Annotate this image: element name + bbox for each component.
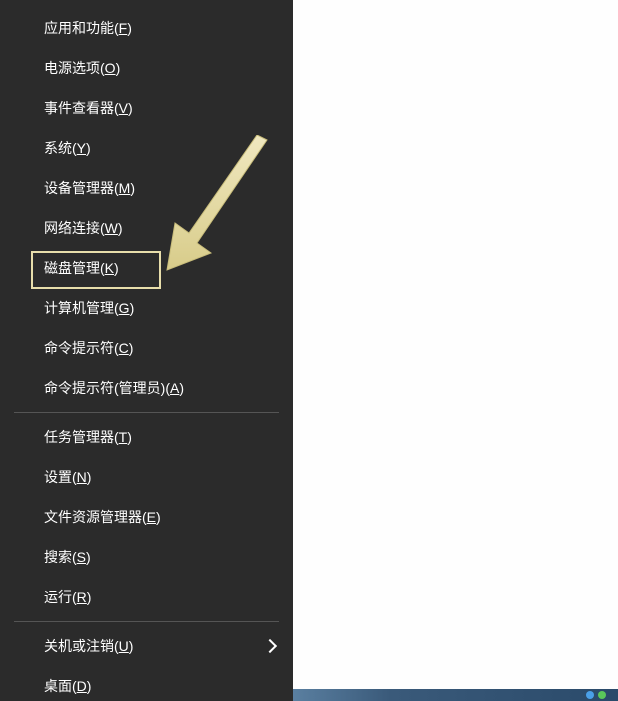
menu-item-suffix: ) xyxy=(87,589,92,605)
menu-item-shortcut: T xyxy=(119,429,128,445)
menu-settings[interactable]: 设置(N) xyxy=(0,457,293,497)
menu-desktop[interactable]: 桌面(D) xyxy=(0,666,293,701)
menu-item-label: 计算机管理( xyxy=(44,298,119,318)
menu-item-suffix: ) xyxy=(116,60,121,76)
content-area xyxy=(293,0,618,701)
menu-item-shortcut: A xyxy=(170,380,179,396)
menu-cmd[interactable]: 命令提示符(C) xyxy=(0,328,293,368)
menu-item-label: 文件资源管理器( xyxy=(44,507,147,527)
menu-item-shortcut: K xyxy=(105,260,114,276)
menu-item-shortcut: M xyxy=(119,180,131,196)
menu-item-label: 磁盘管理( xyxy=(44,258,105,278)
menu-device-manager[interactable]: 设备管理器(M) xyxy=(0,168,293,208)
menu-item-suffix: ) xyxy=(114,260,119,276)
menu-item-suffix: ) xyxy=(87,469,92,485)
menu-item-label: 事件查看器( xyxy=(44,98,119,118)
menu-item-suffix: ) xyxy=(118,220,123,236)
winx-menu: 应用和功能(F)电源选项(O)事件查看器(V)系统(Y)设备管理器(M)网络连接… xyxy=(0,0,293,701)
menu-item-shortcut: N xyxy=(77,469,87,485)
taskbar-icon xyxy=(586,691,594,699)
menu-item-label: 桌面( xyxy=(44,676,77,696)
menu-item-label: 设备管理器( xyxy=(44,178,119,198)
menu-item-suffix: ) xyxy=(130,180,135,196)
menu-run[interactable]: 运行(R) xyxy=(0,577,293,617)
menu-network[interactable]: 网络连接(W) xyxy=(0,208,293,248)
menu-apps-features[interactable]: 应用和功能(F) xyxy=(0,8,293,48)
menu-explorer[interactable]: 文件资源管理器(E) xyxy=(0,497,293,537)
menu-computer-management[interactable]: 计算机管理(G) xyxy=(0,288,293,328)
menu-item-shortcut: Y xyxy=(77,140,86,156)
menu-item-suffix: ) xyxy=(156,509,161,525)
menu-item-shortcut: D xyxy=(77,678,87,694)
menu-system[interactable]: 系统(Y) xyxy=(0,128,293,168)
menu-power-options[interactable]: 电源选项(O) xyxy=(0,48,293,88)
menu-item-suffix: ) xyxy=(129,340,134,356)
menu-item-label: 应用和功能( xyxy=(44,18,119,38)
menu-item-label: 任务管理器( xyxy=(44,427,119,447)
menu-item-label: 网络连接( xyxy=(44,218,105,238)
menu-item-shortcut: S xyxy=(77,549,86,565)
menu-item-suffix: ) xyxy=(87,678,92,694)
taskbar-icon xyxy=(598,691,606,699)
menu-cmd-admin[interactable]: 命令提示符(管理员)(A) xyxy=(0,368,293,408)
menu-item-label: 命令提示符(管理员)( xyxy=(44,378,170,398)
menu-item-suffix: ) xyxy=(127,20,132,36)
menu-item-label: 命令提示符( xyxy=(44,338,119,358)
menu-item-shortcut: G xyxy=(119,300,130,316)
menu-item-suffix: ) xyxy=(129,638,134,654)
menu-item-suffix: ) xyxy=(86,140,91,156)
menu-item-label: 搜索( xyxy=(44,547,77,567)
menu-item-shortcut: V xyxy=(119,100,128,116)
taskbar-fragment xyxy=(293,689,618,701)
menu-divider xyxy=(14,621,279,622)
menu-event-viewer[interactable]: 事件查看器(V) xyxy=(0,88,293,128)
menu-item-label: 关机或注销( xyxy=(44,636,119,656)
menu-item-shortcut: C xyxy=(119,340,129,356)
menu-divider xyxy=(14,412,279,413)
menu-item-suffix: ) xyxy=(130,300,135,316)
menu-shutdown[interactable]: 关机或注销(U) xyxy=(0,626,293,666)
menu-item-suffix: ) xyxy=(128,100,133,116)
menu-item-shortcut: O xyxy=(105,60,116,76)
menu-item-shortcut: W xyxy=(105,220,118,236)
menu-item-shortcut: E xyxy=(147,509,156,525)
menu-task-manager[interactable]: 任务管理器(T) xyxy=(0,417,293,457)
menu-search[interactable]: 搜索(S) xyxy=(0,537,293,577)
menu-item-label: 设置( xyxy=(44,467,77,487)
menu-item-shortcut: R xyxy=(77,589,87,605)
menu-item-suffix: ) xyxy=(179,380,184,396)
menu-disk-management[interactable]: 磁盘管理(K) xyxy=(0,248,293,288)
menu-item-suffix: ) xyxy=(86,549,91,565)
menu-item-shortcut: F xyxy=(119,20,128,36)
menu-item-label: 运行( xyxy=(44,587,77,607)
menu-item-shortcut: U xyxy=(119,638,129,654)
menu-item-label: 系统( xyxy=(44,138,77,158)
menu-item-suffix: ) xyxy=(127,429,132,445)
menu-item-label: 电源选项( xyxy=(44,58,105,78)
